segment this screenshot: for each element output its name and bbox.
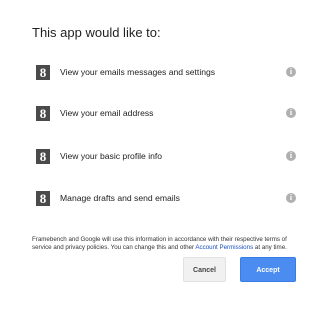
dialog-heading: This app would like to: [32, 25, 161, 40]
google-icon: 8 [36, 65, 50, 80]
accept-button[interactable]: Accept [240, 257, 296, 282]
google-icon: 8 [36, 191, 50, 206]
info-icon[interactable]: i [286, 108, 296, 118]
permission-label: Manage drafts and send emails [60, 193, 180, 203]
disclaimer-after: at any time. [253, 243, 287, 251]
info-icon[interactable]: i [286, 151, 296, 161]
permission-row-email-address: 8 View your email address i [36, 106, 296, 126]
disclaimer-text: Framebench and Google will use this info… [32, 236, 294, 251]
account-permissions-link[interactable]: Account Permissions [195, 244, 253, 251]
permission-dialog: This app would like to: 8 View your emai… [0, 0, 320, 320]
permission-row-emails-settings: 8 View your emails messages and settings… [36, 65, 296, 85]
permission-row-profile-info: 8 View your basic profile info i [36, 149, 296, 169]
google-icon: 8 [36, 106, 50, 121]
info-icon[interactable]: i [286, 67, 296, 77]
info-icon[interactable]: i [286, 193, 296, 203]
cancel-button[interactable]: Cancel [183, 257, 226, 282]
google-icon: 8 [36, 149, 50, 164]
permission-row-drafts-send: 8 Manage drafts and send emails i [36, 191, 296, 211]
permission-label: View your emails messages and settings [60, 67, 216, 77]
permission-label: View your basic profile info [60, 151, 163, 161]
permission-label: View your email address [60, 108, 154, 118]
